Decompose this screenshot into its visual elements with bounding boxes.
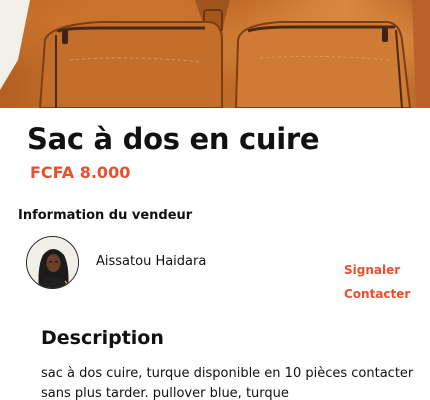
report-link[interactable]: Signaler [344,263,400,277]
product-price: FCFA 8.000 [30,163,131,182]
seller-info-heading: Information du vendeur [18,208,193,223]
seller-name: Aissatou Haidara [96,254,207,269]
contact-link[interactable]: Contacter [344,287,410,301]
seller-avatar[interactable] [26,236,79,289]
description-heading: Description [41,327,164,349]
product-image [0,0,430,108]
leather-backpack-photo [0,0,430,108]
product-title: Sac à dos en cuire [27,122,320,156]
description-text: sac à dos cuire, turque disponible en 10… [41,366,414,400]
seller-photo [27,237,78,288]
